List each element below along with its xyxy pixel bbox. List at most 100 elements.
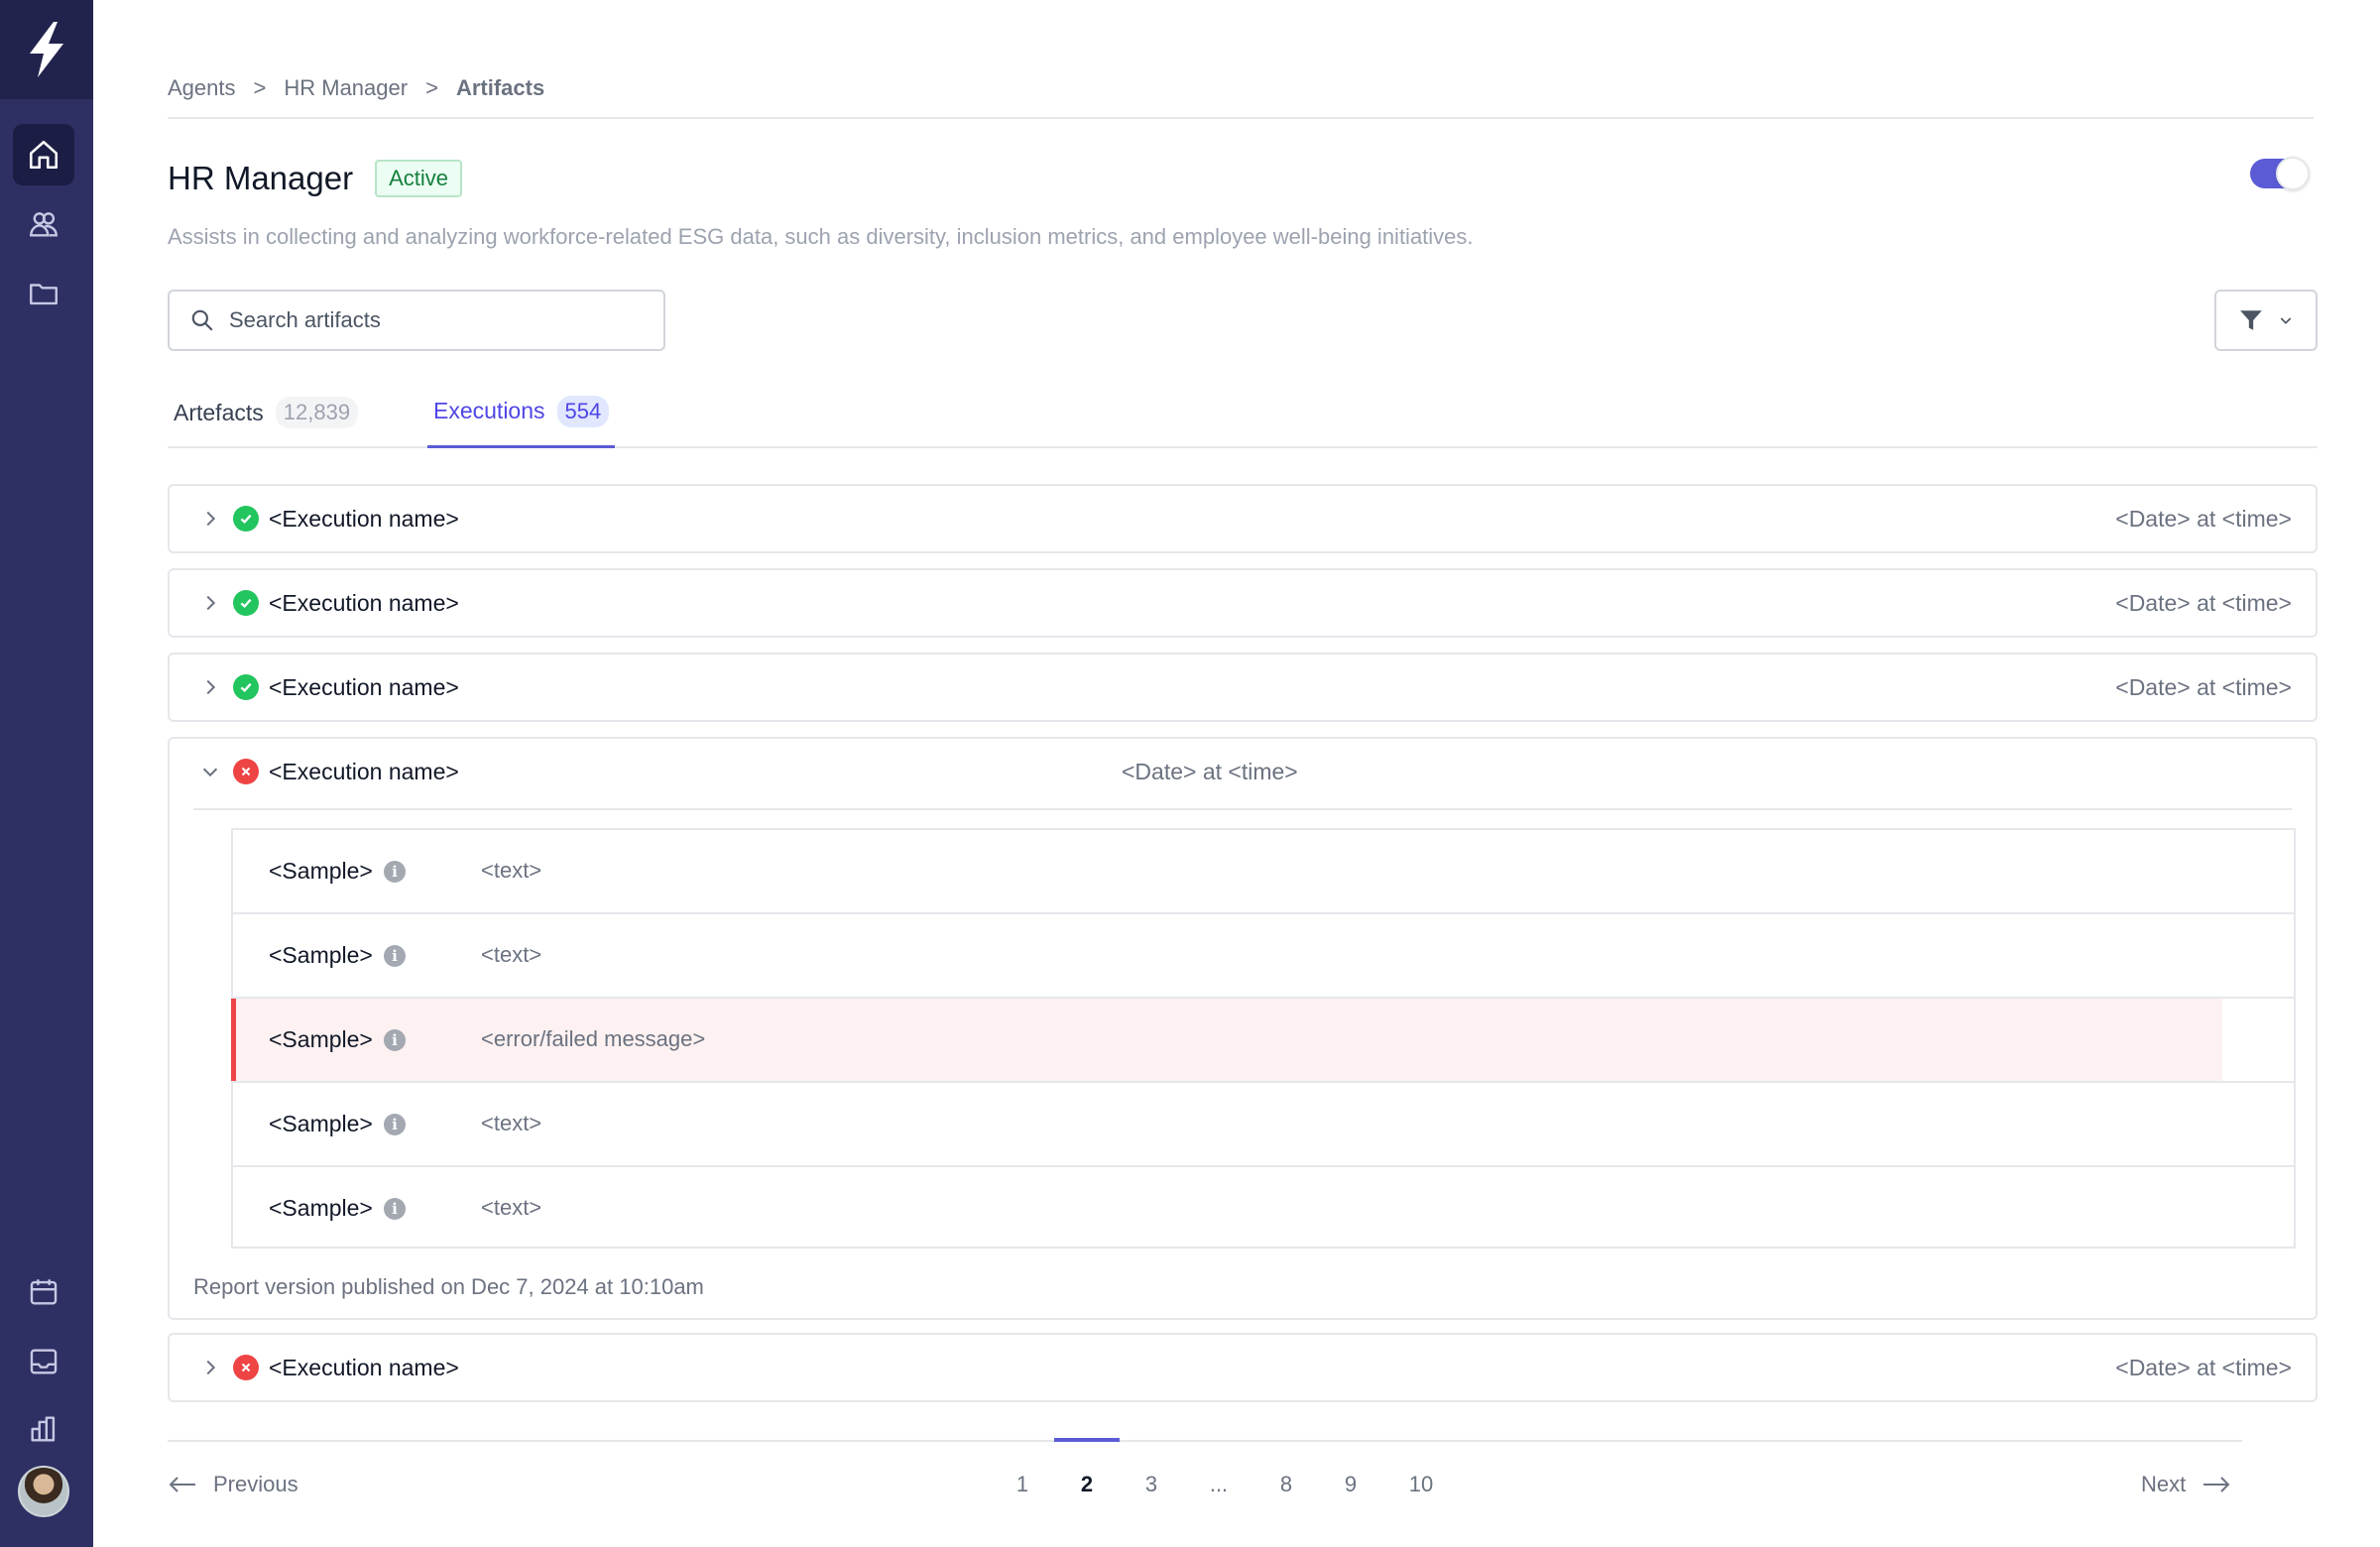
chevron-right-icon[interactable] (199, 1357, 221, 1378)
sample-label: <Sample> (269, 1026, 373, 1052)
execution-item: <Execution name> <Date> at <time> (168, 1333, 2318, 1402)
sample-value: <text> (481, 1195, 542, 1220)
nav-analytics-button[interactable] (13, 1398, 74, 1460)
sample-row: <Sample> i <text> (233, 914, 2294, 999)
tab-artefacts[interactable]: Artefacts 12,839 (174, 377, 359, 448)
tab-count-badge: 12,839 (275, 397, 359, 428)
pagination-page-1[interactable]: 1 (1003, 1468, 1042, 1501)
execution-date: <Date> at <time> (2115, 590, 2292, 616)
sample-table: <Sample> i <text> <Sample> i <text> <Sam… (231, 828, 2296, 1249)
inbox-icon (30, 1349, 58, 1374)
execution-date: <Date> at <time> (1122, 759, 1298, 784)
execution-date: <Date> at <time> (2115, 674, 2292, 700)
sample-row: <Sample> i <text> (233, 830, 2294, 914)
header-divider (168, 117, 2314, 119)
execution-name: <Execution name> (269, 590, 459, 616)
chevron-right-icon[interactable] (199, 592, 221, 614)
execution-header[interactable]: <Execution name> <Date> at <time> (170, 654, 2316, 722)
status-badge: Active (375, 160, 462, 197)
execution-date: <Date> at <time> (2115, 506, 2292, 532)
filter-button[interactable] (2214, 290, 2318, 351)
chevron-right-icon[interactable] (199, 676, 221, 698)
search-input[interactable] (229, 307, 646, 333)
execution-date: <Date> at <time> (2115, 1355, 2292, 1380)
sample-row: <Sample> i <text> (233, 1167, 2294, 1251)
breadcrumb-current: Artifacts (455, 75, 545, 100)
info-icon[interactable]: i (384, 1114, 406, 1135)
sample-value: <text> (481, 942, 542, 967)
sidebar (0, 0, 93, 1547)
chevron-right-icon[interactable] (199, 508, 221, 530)
filter-icon (2240, 310, 2262, 330)
execution-divider (193, 808, 2292, 810)
success-icon (233, 506, 259, 532)
pagination-page-10[interactable]: 10 (1401, 1468, 1441, 1501)
execution-header[interactable]: <Execution name> <Date> at <time> (170, 1335, 2316, 1402)
breadcrumb: Agents > HR Manager > Artifacts (168, 73, 544, 103)
success-icon (233, 590, 259, 616)
info-icon[interactable]: i (384, 1029, 406, 1051)
arrow-right-icon (2203, 1477, 2230, 1492)
sample-row-error: <Sample> i <error/failed message> (231, 999, 2294, 1083)
pagination-divider (168, 1440, 2242, 1442)
sample-label: <Sample> (269, 1195, 373, 1221)
folder-icon (30, 284, 58, 305)
pagination-page-3[interactable]: 3 (1131, 1468, 1171, 1501)
app-logo[interactable] (0, 0, 93, 99)
breadcrumb-hr-manager-link[interactable]: HR Manager (284, 75, 408, 101)
pagination-page-2[interactable]: 2 (1067, 1468, 1107, 1501)
pagination-ellipsis: ... (1209, 1472, 1229, 1496)
pagination-page-8[interactable]: 8 (1266, 1468, 1306, 1501)
pagination-page-9[interactable]: 9 (1331, 1468, 1370, 1501)
title-row: HR Manager Active (168, 157, 462, 200)
tab-label: Executions (433, 398, 545, 423)
execution-item-expanded: <Execution name> <Date> at <time> <Sampl… (168, 737, 2318, 1320)
nav-agents-button[interactable] (13, 193, 74, 255)
sample-row: <Sample> i <text> (233, 1083, 2294, 1167)
tab-label: Artefacts (174, 399, 264, 425)
execution-header[interactable]: <Execution name> <Date> at <time> (170, 486, 2316, 553)
info-icon[interactable]: i (384, 1198, 406, 1220)
toggle-knob (2276, 157, 2310, 190)
main-content: Agents > HR Manager > Artifacts HR Manag… (168, 0, 2318, 1547)
success-icon (233, 674, 259, 700)
tab-executions[interactable]: Executions 554 (427, 377, 616, 448)
info-icon[interactable]: i (384, 945, 406, 967)
pagination-next-button[interactable]: Next (2141, 1468, 2231, 1501)
chevron-down-icon (2280, 317, 2292, 324)
execution-header[interactable]: <Execution name> <Date> at <time> (170, 570, 2316, 638)
nav-home-button[interactable] (13, 124, 74, 185)
error-icon (233, 759, 259, 784)
nav-calendar-button[interactable] (13, 1261, 74, 1323)
execution-name: <Execution name> (269, 759, 459, 784)
execution-name: <Execution name> (269, 1355, 459, 1380)
info-icon[interactable]: i (384, 861, 406, 883)
agent-enabled-toggle[interactable] (2250, 157, 2310, 190)
calendar-icon (30, 1279, 58, 1305)
pagination-next-label: Next (2141, 1472, 2187, 1496)
execution-item: <Execution name> <Date> at <time> (168, 653, 2318, 722)
sample-label: <Sample> (269, 942, 373, 968)
nav-files-button[interactable] (13, 263, 74, 324)
pagination-previous-button[interactable]: Previous (168, 1468, 298, 1501)
home-icon (29, 140, 59, 170)
page-description: Assists in collecting and analyzing work… (168, 224, 1474, 249)
pagination-previous-label: Previous (213, 1472, 298, 1496)
breadcrumb-separator: > (253, 75, 267, 100)
user-avatar[interactable] (18, 1466, 69, 1517)
users-icon (30, 212, 58, 237)
nav-inbox-button[interactable] (13, 1331, 74, 1392)
sample-value: <text> (481, 858, 542, 883)
arrow-left-icon (169, 1477, 195, 1492)
sample-value: <text> (481, 1111, 542, 1135)
tab-count-badge: 554 (556, 395, 610, 427)
execution-header[interactable]: <Execution name> <Date> at <time> (170, 739, 2316, 806)
execution-name: <Execution name> (269, 506, 459, 532)
chevron-down-icon[interactable] (199, 761, 221, 782)
pagination-active-indicator (1054, 1438, 1120, 1442)
search-icon (191, 309, 213, 331)
tabs: Artefacts 12,839 Executions 554 (168, 377, 2318, 448)
execution-item: <Execution name> <Date> at <time> (168, 484, 2318, 553)
error-icon (233, 1355, 259, 1380)
breadcrumb-agents-link[interactable]: Agents (168, 75, 236, 101)
